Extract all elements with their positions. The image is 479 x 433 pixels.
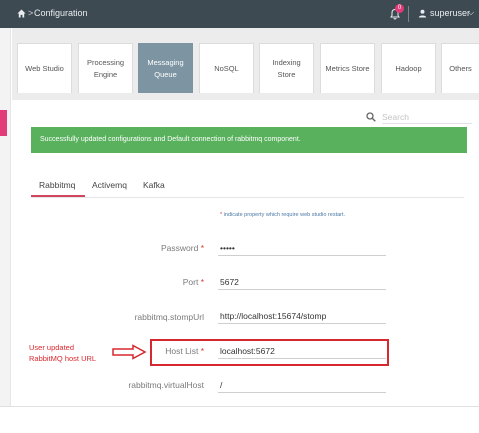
annotation-text: User updated RabbitMQ host URL <box>29 343 97 363</box>
home-icon[interactable] <box>17 9 26 18</box>
breadcrumb-configuration[interactable]: Configuration <box>34 8 88 18</box>
tile-processing-engine[interactable]: Processing Engine <box>78 43 133 93</box>
password-label: Password * <box>160 243 204 253</box>
tile-web-studio[interactable]: Web Studio <box>17 43 72 93</box>
password-field[interactable] <box>218 240 386 256</box>
virtual-host-field[interactable] <box>218 377 386 393</box>
page-bottom-border <box>0 406 479 407</box>
stomp-url-label: rabbitmq.stompUrl <box>134 312 204 322</box>
sidebar-active-marker <box>0 110 7 136</box>
breadcrumb-separator: > <box>28 8 34 18</box>
tab-kafka[interactable]: Kafka <box>143 180 165 190</box>
user-name[interactable]: superuser <box>430 8 470 18</box>
arrow-right-icon <box>112 344 147 360</box>
virtual-host-label: rabbitmq.virtualHost <box>128 380 204 390</box>
host-list-highlight-box <box>150 339 389 366</box>
tile-indexing-store[interactable]: Indexing Store <box>259 43 314 93</box>
left-sidebar <box>0 28 11 406</box>
notification-badge: 0 <box>395 4 404 13</box>
tile-others[interactable]: Others <box>441 43 479 93</box>
required-star: * <box>220 212 223 218</box>
port-field[interactable] <box>218 274 386 290</box>
user-icon[interactable] <box>418 9 427 18</box>
chevron-down-icon[interactable]: ⌵ <box>468 8 474 18</box>
tile-messaging-queue[interactable]: Messaging Queue <box>138 43 193 93</box>
tile-metrics-store[interactable]: Metrics Store <box>320 43 375 93</box>
tile-hadoop[interactable]: Hadoop <box>381 43 436 93</box>
topbar-divider <box>408 6 409 22</box>
stomp-url-field[interactable] <box>218 308 386 324</box>
required-note-text: indicate property which require web stud… <box>223 212 346 218</box>
port-label: Port * <box>182 277 204 287</box>
tab-activemq[interactable]: Activemq <box>92 180 127 190</box>
search-icon[interactable] <box>366 112 376 122</box>
search-input[interactable] <box>382 110 472 124</box>
required-note: * indicate property which require web st… <box>220 212 345 218</box>
tile-nosql[interactable]: NoSQL <box>199 43 254 93</box>
success-alert: Successfully updated configurations and … <box>31 127 467 153</box>
tab-divider <box>31 197 464 198</box>
tab-rabbitmq[interactable]: Rabbitmq <box>39 180 75 190</box>
